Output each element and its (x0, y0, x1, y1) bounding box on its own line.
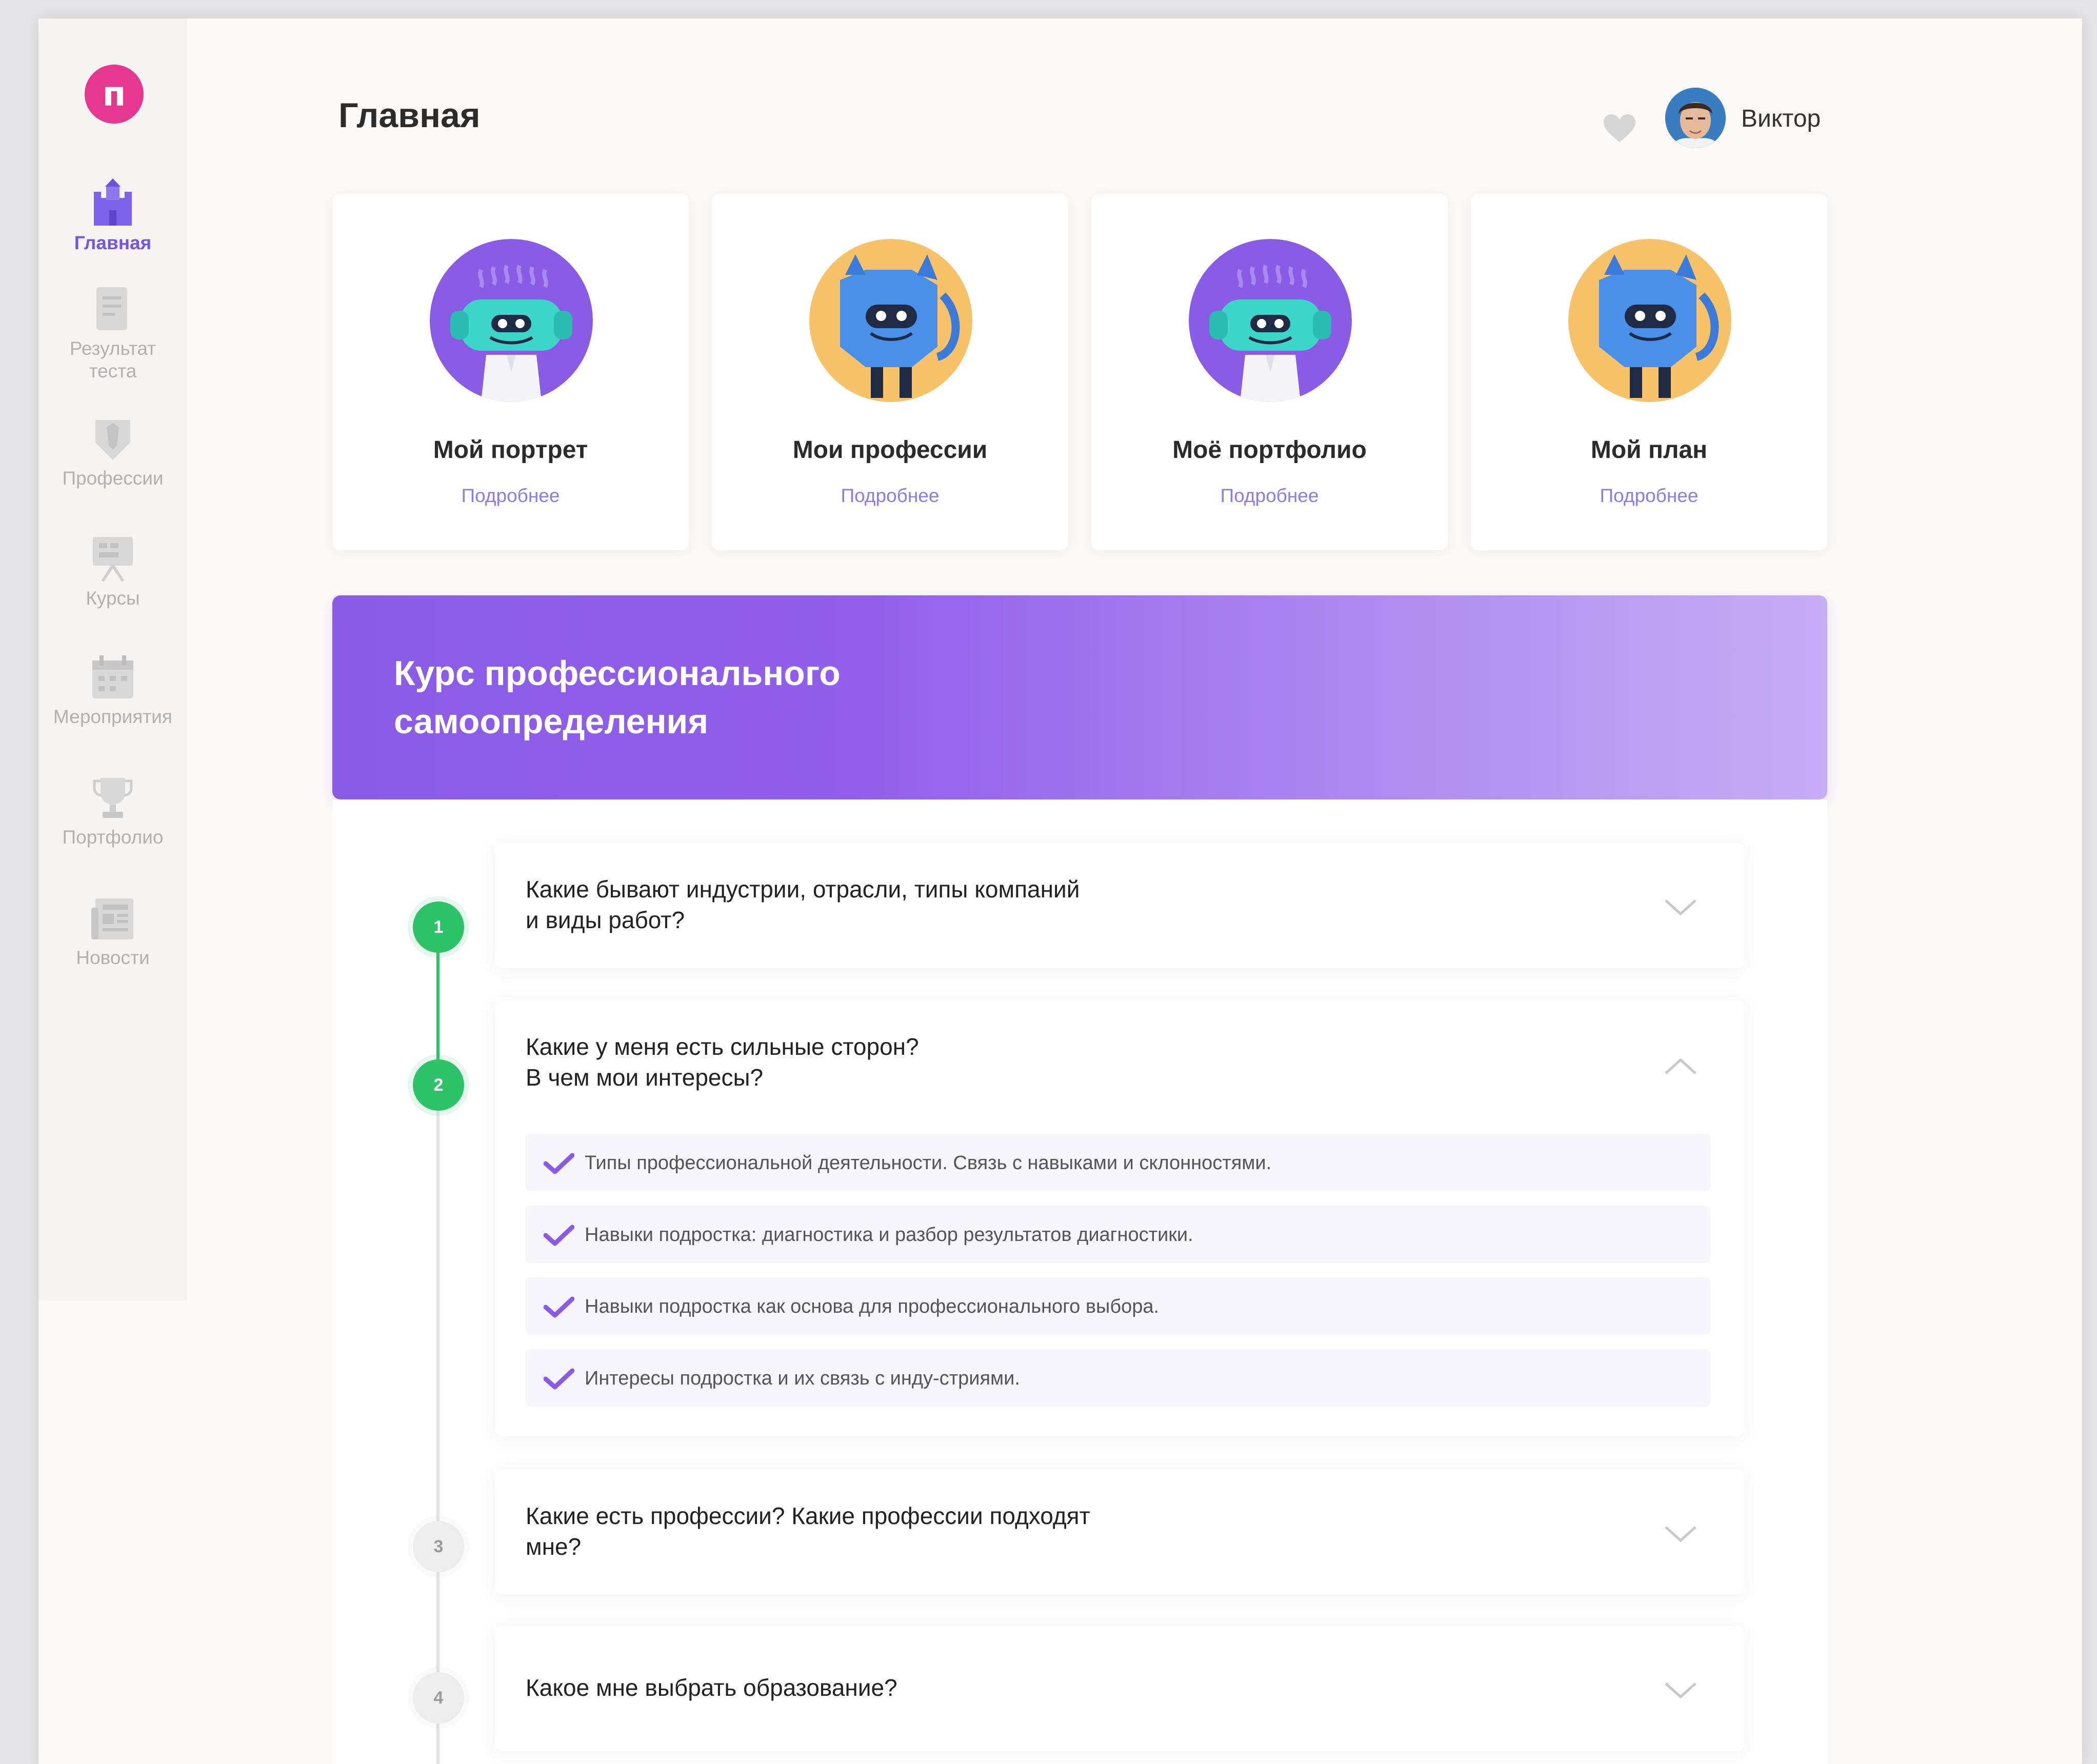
check-icon (544, 1368, 574, 1390)
sidebar-item-home[interactable]: Главная (38, 177, 187, 254)
accordion-title: Какие бывают индустрии, отрасли, типы ко… (526, 876, 1080, 933)
sidebar-item-courses[interactable]: Курсы (38, 534, 187, 610)
chevron-down-icon[interactable] (1664, 898, 1697, 917)
sidebar-item-events[interactable]: Мероприятия (38, 654, 187, 728)
chevron-down-icon[interactable] (1664, 1681, 1697, 1700)
list-item-text: Навыки подростка: диагностика и разбор р… (585, 1224, 1193, 1246)
step-number-label: 4 (433, 1688, 444, 1708)
calendar-icon (92, 655, 133, 698)
list-item-text: Навыки подростка как основа для професси… (585, 1296, 1160, 1317)
user-name[interactable]: Виктор (1741, 105, 1821, 133)
sidebar-item-test-results[interactable]: Результат теста (38, 285, 187, 383)
chevron-down-icon[interactable] (1664, 1525, 1697, 1544)
sidebar-item-news[interactable]: Новости (38, 895, 187, 969)
check-icon (544, 1225, 574, 1246)
accordion-title: Какое мне выбрать образование? (526, 1674, 897, 1701)
step-number: 3 (413, 1521, 464, 1572)
sidebar-item-label: Профессии (62, 468, 164, 489)
list-item[interactable]: Навыки подростка: диагностика и разбор р… (526, 1206, 1710, 1263)
accordion-title: Какие есть профессии? Какие профессии по… (526, 1502, 1090, 1560)
document-icon (96, 287, 127, 330)
blue-cat-mascot (1568, 239, 1731, 402)
sidebar-item-label: Портфолио (62, 827, 164, 848)
sidebar-item-label: Главная (74, 232, 152, 253)
card-professions[interactable]: Мои профессии Подробнее (712, 194, 1068, 550)
purple-mascot (1189, 239, 1352, 402)
card-title: Мой план (1590, 436, 1708, 464)
easel-icon (93, 537, 133, 582)
accordion-step-1[interactable]: Какие бывают индустрии, отрасли, типы ко… (495, 843, 1744, 968)
card-more-link[interactable]: Подробнее (332, 485, 689, 507)
card-portfolio[interactable]: Моё портфолио Подробнее (1091, 194, 1448, 550)
avatar[interactable] (1665, 88, 1726, 148)
castle-icon (94, 178, 132, 226)
accordion-title: Какие у меня есть сильные сторон? В чем … (526, 1033, 919, 1091)
timeline-line-pending (436, 1085, 440, 1764)
list-item[interactable]: Навыки подростка как основа для професси… (526, 1277, 1710, 1335)
app-window: п Главная Результат теста Профессии Курс… (38, 18, 2082, 1764)
card-title: Мои профессии (792, 436, 988, 464)
card-more-link[interactable]: Подробнее (712, 485, 1068, 507)
sidebar-item-label: Мероприятия (53, 706, 172, 727)
accordion-step-4[interactable]: Какое мне выбрать образование? (495, 1626, 1744, 1751)
badge-icon (95, 420, 130, 460)
check-icon (544, 1296, 574, 1318)
card-title: Мой портрет (433, 436, 588, 464)
banner-title: Курс профессионального самоопределения (394, 654, 841, 741)
step-number-label: 2 (433, 1075, 444, 1095)
logo-letter: п (102, 74, 126, 114)
newspaper-icon (91, 898, 133, 939)
list-item-text: Интересы подростка и их связь с инду-стр… (585, 1368, 1020, 1389)
sidebar: п Главная Результат теста Профессии Курс… (38, 18, 187, 1300)
user-photo (1665, 88, 1726, 148)
check-icon (544, 1153, 574, 1174)
card-more-link[interactable]: Подробнее (1471, 485, 1827, 507)
card-portrait[interactable]: Мой портрет Подробнее (332, 194, 689, 550)
list-item-text: Типы профессиональной деятельности. Связ… (585, 1152, 1272, 1174)
sidebar-item-label: Новости (76, 947, 150, 968)
step-number: 4 (413, 1672, 464, 1723)
sidebar-item-label: Результат теста (69, 338, 156, 382)
list-item[interactable]: Интересы подростка и их связь с инду-стр… (526, 1349, 1710, 1407)
app-logo[interactable]: п (85, 65, 144, 124)
sidebar-item-portfolio[interactable]: Портфолио (38, 775, 187, 849)
step-number-label: 3 (433, 1536, 444, 1556)
sidebar-item-professions[interactable]: Профессии (38, 416, 187, 490)
card-plan[interactable]: Мой план Подробнее (1471, 194, 1827, 550)
heart-icon[interactable] (1603, 113, 1636, 143)
accordion-step-2[interactable]: Какие у меня есть сильные сторон? В чем … (495, 1000, 1744, 1436)
step-number-label: 1 (433, 917, 444, 937)
trophy-icon (93, 778, 133, 818)
step-number: 2 (413, 1059, 464, 1111)
card-title: Моё портфолио (1172, 436, 1367, 464)
purple-mascot (430, 239, 593, 402)
sidebar-item-label: Курсы (86, 588, 140, 609)
chevron-up-icon[interactable] (1664, 1057, 1697, 1075)
page-title: Главная (338, 96, 481, 135)
card-more-link[interactable]: Подробнее (1091, 485, 1448, 507)
blue-cat-mascot (809, 239, 972, 402)
list-item[interactable]: Типы профессиональной деятельности. Связ… (526, 1134, 1710, 1191)
step-number: 1 (413, 901, 464, 953)
course-banner: Курс профессионального самоопределения (332, 595, 1827, 799)
accordion-step-3[interactable]: Какие есть профессии? Какие профессии по… (495, 1470, 1744, 1595)
